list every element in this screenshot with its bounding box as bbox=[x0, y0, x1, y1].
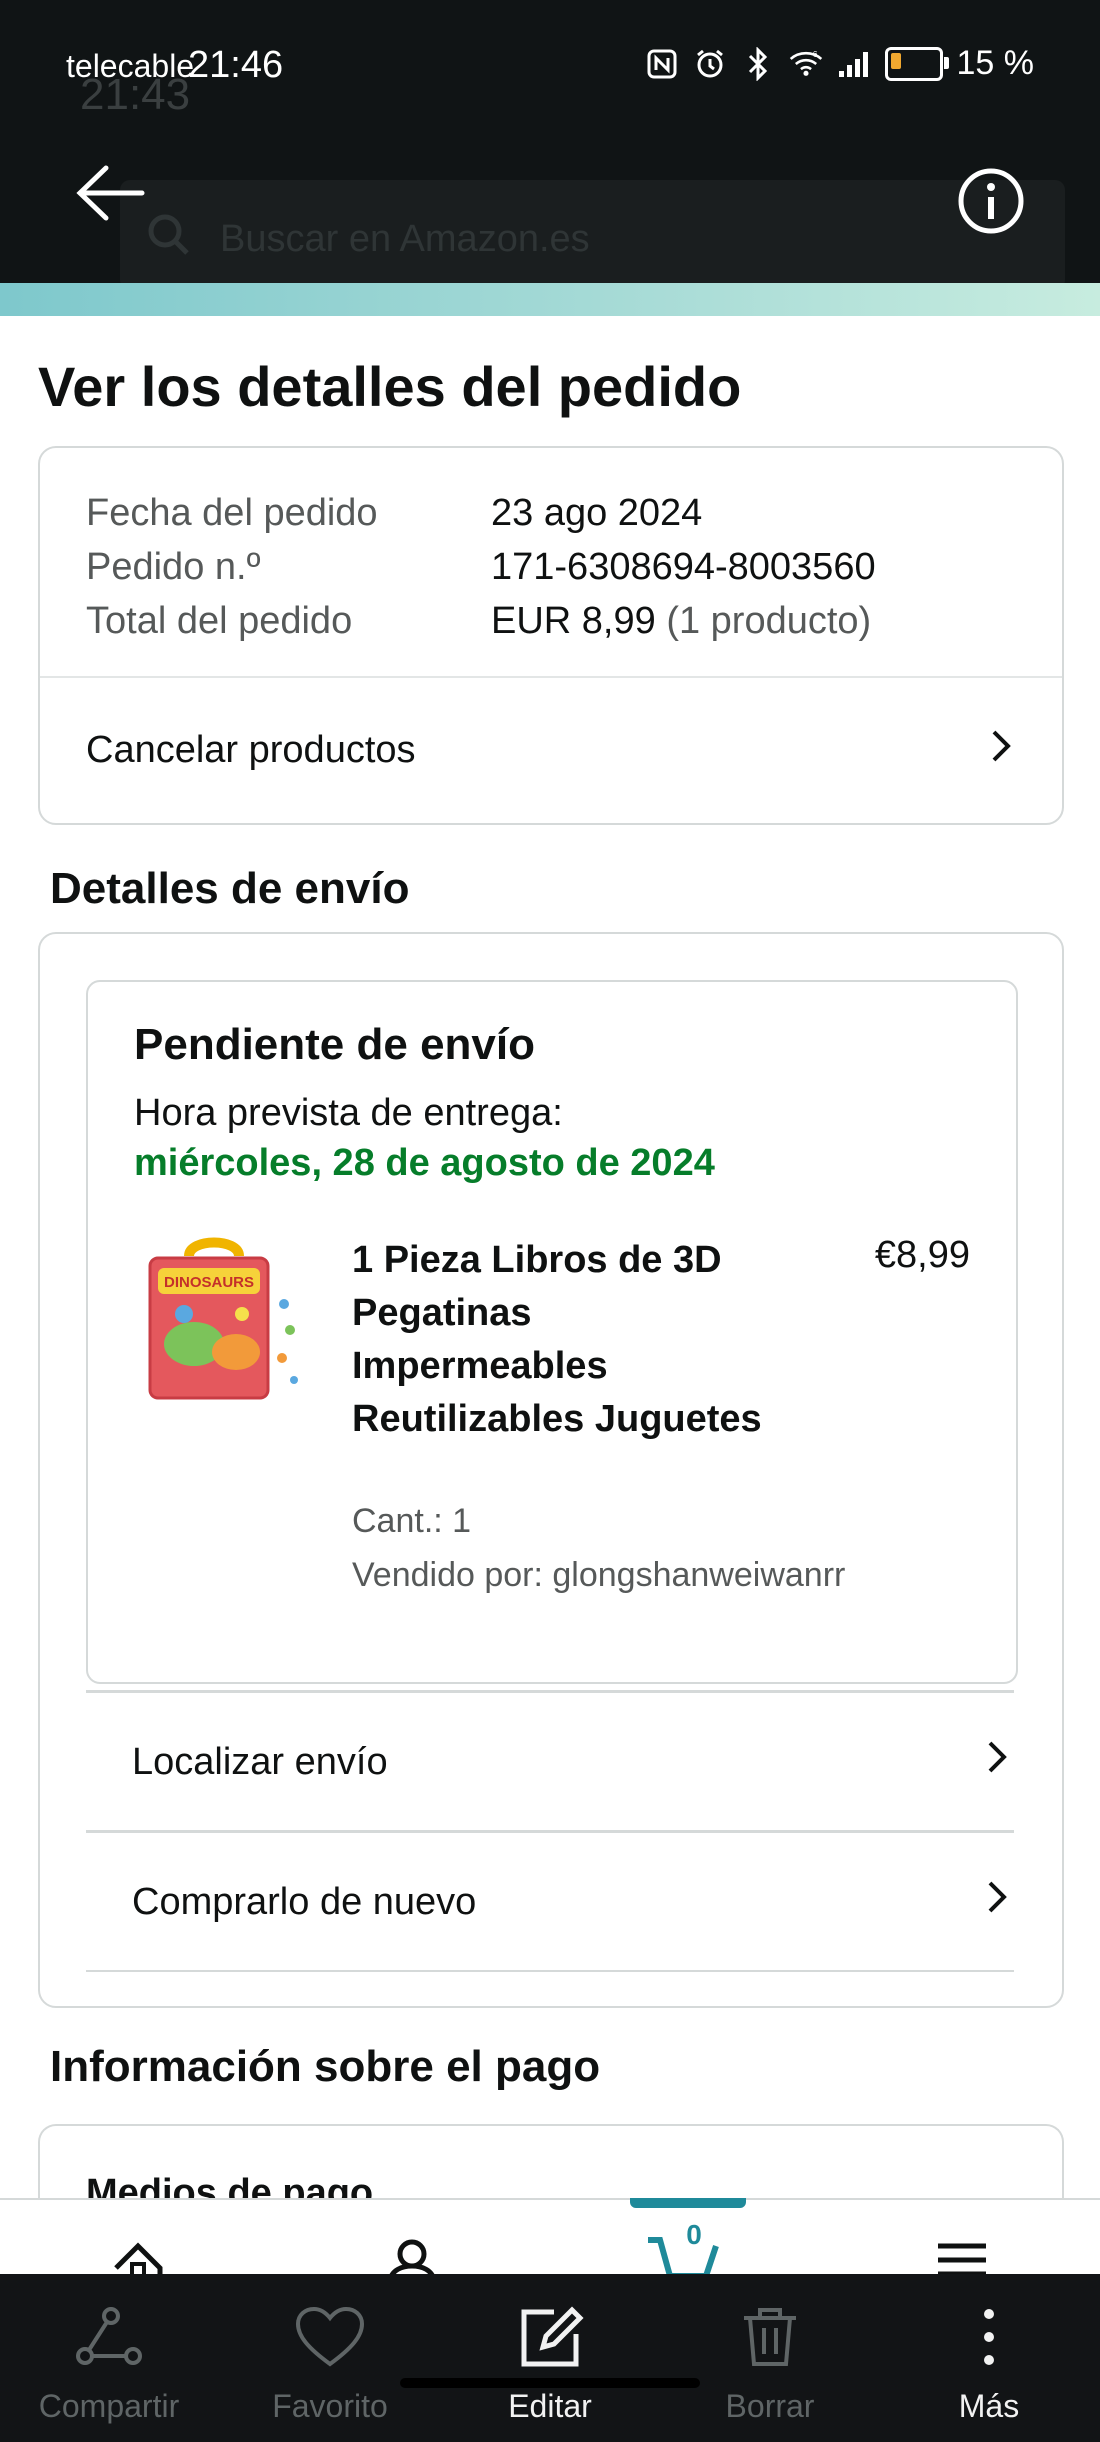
payment-section-title: Información sobre el pago bbox=[50, 2042, 601, 2091]
shipping-card: Pendiente de envío Hora prevista de entr… bbox=[38, 932, 1064, 2008]
product-price: €8,99 bbox=[874, 1234, 970, 1276]
divider bbox=[86, 1690, 1014, 1693]
product-title-link[interactable]: 1 Pieza Libros de 3D Pegatinas Impermeab… bbox=[352, 1234, 772, 1446]
more-button[interactable]: Más bbox=[894, 2306, 1084, 2425]
share-icon bbox=[73, 2307, 145, 2375]
chevron-right-icon bbox=[982, 1877, 1012, 1927]
order-total-count: (1 producto) bbox=[666, 600, 872, 642]
buy-again-label: Comprarlo de nuevo bbox=[132, 1880, 477, 1923]
search-placeholder: Buscar en Amazon.es bbox=[220, 218, 590, 260]
order-number-value: 171-6308694-8003560 bbox=[491, 546, 876, 588]
back-arrow-icon[interactable] bbox=[70, 158, 150, 233]
product-thumbnail[interactable]: DINOSAURS bbox=[144, 1234, 304, 1404]
edit-label: Editar bbox=[508, 2388, 592, 2424]
search-icon bbox=[144, 210, 194, 265]
delete-label: Borrar bbox=[725, 2388, 815, 2424]
signal-icon bbox=[837, 47, 871, 81]
header-accent-strip bbox=[0, 283, 1100, 316]
alarm-icon bbox=[693, 47, 727, 81]
battery-percent: 15 % bbox=[956, 44, 1035, 82]
search-bar[interactable]: Buscar en Amazon.es bbox=[120, 180, 1065, 290]
wifi-icon: 6 bbox=[789, 47, 823, 81]
order-number-label: Pedido n.º bbox=[86, 546, 261, 588]
order-summary-card: Fecha del pedido 23 ago 2024 Pedido n.º … bbox=[38, 446, 1064, 825]
favorite-label: Favorito bbox=[272, 2388, 388, 2424]
cancel-products-link[interactable]: Cancelar productos bbox=[86, 678, 1016, 823]
shipment-status: Pendiente de envío bbox=[134, 1020, 535, 1069]
ghost-clock: 21:43 bbox=[80, 70, 191, 119]
trash-icon bbox=[734, 2308, 806, 2375]
order-date-value: 23 ago 2024 bbox=[491, 492, 703, 534]
thumb-title: DINOSAURS bbox=[164, 1274, 254, 1291]
bluetooth-icon bbox=[741, 46, 775, 81]
share-label: Compartir bbox=[38, 2388, 180, 2424]
edit-button[interactable]: Editar bbox=[455, 2306, 645, 2425]
gesture-home-indicator bbox=[400, 2378, 700, 2388]
eta-label: Hora prevista de entrega: bbox=[134, 1092, 563, 1134]
page-title: Ver los detalles del pedido bbox=[38, 355, 742, 418]
buy-again-link[interactable]: Comprarlo de nuevo bbox=[132, 1834, 1012, 1970]
chevron-right-icon bbox=[986, 726, 1016, 776]
shipment-box: Pendiente de envío Hora prevista de entr… bbox=[86, 980, 1018, 1684]
order-date-label: Fecha del pedido bbox=[86, 492, 378, 534]
more-icon bbox=[953, 2309, 1025, 2375]
status-icons: 6 15 % bbox=[645, 44, 1035, 83]
cancel-products-label: Cancelar productos bbox=[86, 729, 416, 771]
track-package-label: Localizar envío bbox=[132, 1740, 388, 1783]
eta-date: miércoles, 28 de agosto de 2024 bbox=[134, 1142, 715, 1184]
order-total-label: Total del pedido bbox=[86, 600, 353, 642]
order-date-row: Fecha del pedido 23 ago 2024 bbox=[86, 486, 876, 540]
more-label: Más bbox=[958, 2388, 1020, 2424]
battery-icon bbox=[884, 46, 949, 81]
product-quantity: Cant.: 1 bbox=[352, 1502, 472, 1540]
divider bbox=[86, 1830, 1014, 1833]
clock: 21:46 bbox=[188, 44, 284, 86]
cart-count: 0 bbox=[686, 2219, 702, 2250]
order-total-amount: EUR 8,99 bbox=[491, 600, 656, 642]
track-package-link[interactable]: Localizar envío bbox=[132, 1694, 1012, 1830]
nfc-icon bbox=[645, 47, 679, 81]
screenshot-action-bar: Compartir Favorito Editar Borrar Más bbox=[0, 2274, 1100, 2442]
share-button[interactable]: Compartir bbox=[14, 2306, 204, 2425]
info-icon[interactable] bbox=[956, 166, 1026, 241]
edit-icon bbox=[514, 2306, 586, 2375]
heart-icon bbox=[294, 2306, 366, 2375]
divider bbox=[86, 1970, 1014, 1972]
order-total-row: Total del pedido EUR 8,99 (1 producto) bbox=[86, 594, 876, 648]
shipping-section-title: Detalles de envío bbox=[50, 864, 410, 913]
cart-active-indicator bbox=[630, 2198, 746, 2208]
amazon-bottom-nav: 0 bbox=[0, 2198, 1100, 2282]
order-total-value: EUR 8,99 (1 producto) bbox=[491, 594, 871, 648]
product-seller: Vendido por: glongshanweiwanrr bbox=[352, 1556, 846, 1594]
network-badge: 6 bbox=[812, 49, 817, 59]
favorite-button[interactable]: Favorito bbox=[235, 2306, 425, 2425]
delete-button[interactable]: Borrar bbox=[675, 2306, 865, 2425]
order-number-row: Pedido n.º 171-6308694-8003560 bbox=[86, 540, 876, 594]
chevron-right-icon bbox=[982, 1737, 1012, 1787]
order-info: Fecha del pedido 23 ago 2024 Pedido n.º … bbox=[86, 486, 876, 648]
